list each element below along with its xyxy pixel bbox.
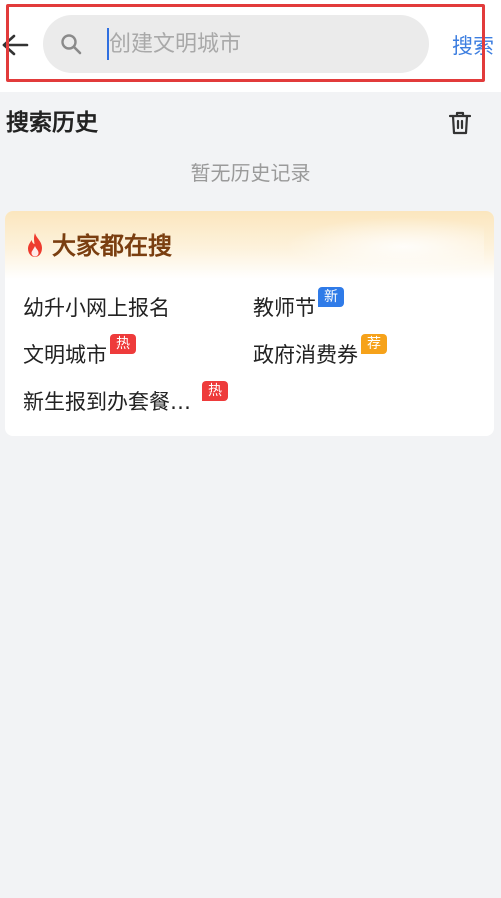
search-button[interactable]: 搜索: [452, 30, 494, 62]
hot-item-5[interactable]: 新生报到办套餐…: [23, 387, 191, 417]
new-badge: 新: [318, 287, 344, 307]
search-box[interactable]: [43, 15, 429, 73]
hot-badge: 热: [110, 334, 136, 354]
hot-search-header: 大家都在搜: [5, 211, 494, 279]
clear-history-button[interactable]: [446, 109, 474, 137]
hot-badge: 热: [202, 381, 228, 401]
arrow-left-icon: [2, 34, 29, 56]
flame-icon: [28, 233, 42, 257]
search-history-title: 搜索历史: [6, 110, 98, 136]
hot-search-title: 大家都在搜: [52, 232, 172, 260]
cloud-decoration: [284, 217, 484, 271]
top-bar: 搜索: [0, 0, 501, 92]
hot-item-1[interactable]: 幼升小网上报名: [23, 293, 170, 323]
history-empty-text: 暂无历史记录: [190, 161, 311, 185]
hot-search-card: 大家都在搜 幼升小网上报名 教师节 新 文明城市 热 政府消费券 荐 新生报到办…: [5, 211, 494, 436]
back-button[interactable]: [0, 30, 30, 60]
trash-icon: [449, 111, 471, 135]
search-icon: [61, 34, 82, 55]
hot-item-3[interactable]: 文明城市: [23, 340, 107, 370]
hot-item-4[interactable]: 政府消费券: [253, 340, 358, 370]
recommend-badge: 荐: [361, 334, 387, 354]
hot-item-2[interactable]: 教师节: [253, 293, 316, 323]
search-input[interactable]: [109, 15, 409, 73]
